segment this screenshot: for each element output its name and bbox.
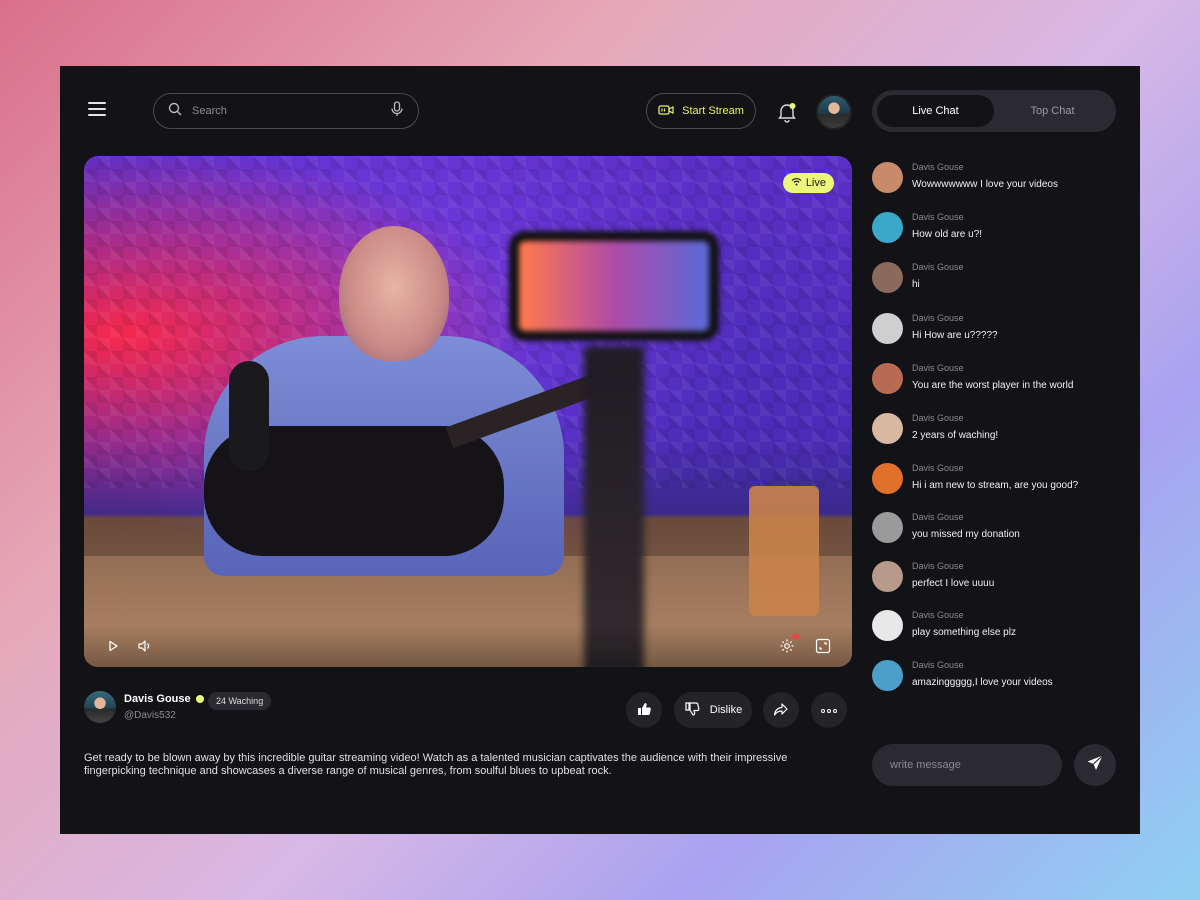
channel-name: Davis Gouse xyxy=(124,693,191,705)
chat-avatar[interactable] xyxy=(872,660,903,691)
chat-avatar[interactable] xyxy=(872,561,903,592)
chat-message: Davis Gouse perfect I love uuuu xyxy=(872,561,1122,595)
verified-icon xyxy=(195,695,204,703)
start-stream-button[interactable]: Start Stream xyxy=(646,93,756,129)
video-phone xyxy=(509,231,719,341)
app-window: Start Stream Live xyxy=(60,66,1140,834)
chat-message: Davis Gouse 2 years of waching! xyxy=(872,413,1122,447)
live-label: Live xyxy=(805,177,826,189)
video-controls xyxy=(84,625,852,667)
chat-avatar[interactable] xyxy=(872,212,903,243)
video-microphone xyxy=(229,361,269,471)
chat-message: Davis Gouse You are the worst player in … xyxy=(872,363,1122,397)
channel-avatar[interactable] xyxy=(84,691,116,723)
search-input[interactable] xyxy=(192,105,390,117)
channel-handle: @Davis532 xyxy=(124,710,176,721)
chat-message-text: perfect I love uuuu xyxy=(912,578,995,589)
play-icon[interactable] xyxy=(104,637,122,655)
chat-user-name: Davis Gouse xyxy=(912,660,964,670)
chat-user-name: Davis Gouse xyxy=(912,212,964,222)
chat-message: Davis Gouse play something else plz xyxy=(872,610,1122,644)
video-tripod xyxy=(584,346,644,667)
chat-avatar[interactable] xyxy=(872,512,903,543)
hd-badge xyxy=(792,634,799,639)
hamburger-menu-icon[interactable] xyxy=(88,102,110,120)
chat-user-name: Davis Gouse xyxy=(912,162,964,172)
chat-message-input[interactable] xyxy=(872,744,1062,786)
chat-message-text: Hi How are u????? xyxy=(912,330,998,341)
dislike-label: Dislike xyxy=(709,704,743,716)
fullscreen-icon[interactable] xyxy=(814,637,832,655)
start-stream-label: Start Stream xyxy=(682,105,744,117)
settings-gear-icon[interactable] xyxy=(778,634,799,655)
chat-message-text: amazinggggg,I love your videos xyxy=(912,677,1053,688)
chat-user-name: Davis Gouse xyxy=(912,561,964,571)
chat-avatar[interactable] xyxy=(872,363,903,394)
chat-message-text: play something else plz xyxy=(912,627,1016,638)
chat-message: Davis Gouse amazinggggg,I love your vide… xyxy=(872,660,1122,694)
chat-message: Davis Gouse you missed my donation xyxy=(872,512,1122,546)
chat-avatar[interactable] xyxy=(872,610,903,641)
video-description: Get ready to be blown away by this incre… xyxy=(84,752,788,777)
chat-message: Davis Gouse Hi i am new to stream, are y… xyxy=(872,463,1122,497)
chat-avatar[interactable] xyxy=(872,313,903,344)
dislike-button[interactable]: Dislike xyxy=(674,692,752,728)
chat-message: Davis Gouse Wowwwwwww I love your videos xyxy=(872,162,1122,196)
chat-message-text: 2 years of waching! xyxy=(912,430,999,441)
share-icon xyxy=(773,701,789,720)
chat-message-text: you missed my donation xyxy=(912,529,1020,540)
chat-message-text: How old are u?! xyxy=(912,229,983,240)
thumbs-down-icon xyxy=(684,701,700,720)
send-message-button[interactable] xyxy=(1074,744,1116,786)
chat-user-name: Davis Gouse xyxy=(912,413,964,423)
chat-message: Davis Gouse Hi How are u????? xyxy=(872,313,1122,347)
video-plant-pot xyxy=(749,486,819,616)
thumbs-up-icon xyxy=(636,701,652,720)
user-avatar[interactable] xyxy=(816,94,852,130)
chat-message: Davis Gouse hi xyxy=(872,262,1122,296)
chat-avatar[interactable] xyxy=(872,162,903,193)
share-button[interactable] xyxy=(763,692,799,728)
chat-message: Davis Gouse How old are u?! xyxy=(872,212,1122,246)
chat-message-text: Wowwwwwww I love your videos xyxy=(912,179,1058,190)
chat-avatar[interactable] xyxy=(872,262,903,293)
more-dots-icon xyxy=(821,704,837,716)
live-badge: Live xyxy=(782,173,834,193)
chat-user-name: Davis Gouse xyxy=(912,512,964,522)
chat-user-name: Davis Gouse xyxy=(912,610,964,620)
more-options-button[interactable] xyxy=(811,692,847,728)
wifi-icon xyxy=(791,177,802,189)
send-icon xyxy=(1086,754,1104,777)
chat-avatar[interactable] xyxy=(872,463,903,494)
like-button[interactable] xyxy=(626,692,662,728)
search-bar[interactable] xyxy=(153,93,419,129)
watching-count-badge: 24 Waching xyxy=(208,692,272,710)
tab-live-chat[interactable]: Live Chat xyxy=(877,95,994,127)
chat-tabs: Live Chat Top Chat xyxy=(872,90,1116,132)
volume-icon[interactable] xyxy=(136,637,154,655)
chat-user-name: Davis Gouse xyxy=(912,313,964,323)
microphone-icon[interactable] xyxy=(390,100,404,122)
tab-top-chat[interactable]: Top Chat xyxy=(994,95,1111,127)
chat-message-text: hi xyxy=(912,279,920,290)
video-player[interactable]: Live xyxy=(84,156,852,667)
notification-bell-icon[interactable] xyxy=(776,101,798,123)
video-person-head xyxy=(339,226,449,361)
chat-user-name: Davis Gouse xyxy=(912,463,964,473)
search-icon xyxy=(168,102,182,121)
channel-name-row[interactable]: Davis Gouse xyxy=(124,693,204,705)
chat-message-text: You are the worst player in the world xyxy=(912,380,1074,391)
chat-avatar[interactable] xyxy=(872,413,903,444)
chat-message-text: Hi i am new to stream, are you good? xyxy=(912,480,1079,491)
video-camera-icon xyxy=(658,104,674,119)
chat-user-name: Davis Gouse xyxy=(912,363,964,373)
chat-user-name: Davis Gouse xyxy=(912,262,964,272)
